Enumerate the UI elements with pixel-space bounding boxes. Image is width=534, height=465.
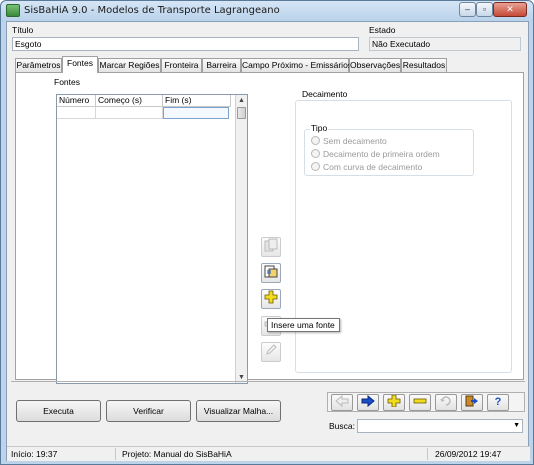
arrow-right-icon xyxy=(361,394,375,408)
tab-resultados[interactable]: Resultados xyxy=(401,58,447,72)
status-datetime: 26/09/2012 19:47 xyxy=(435,449,502,459)
navigation-toolbar: ? xyxy=(327,392,525,412)
window-title: SisBaHiA 9.0 - Modelos de Transporte Lag… xyxy=(24,5,280,16)
scroll-up-icon[interactable]: ▲ xyxy=(236,95,247,106)
tab-parametros[interactable]: Parâmetros xyxy=(15,58,62,72)
minimize-button[interactable]: – xyxy=(459,2,476,17)
tab-panel: Fontes Número Começo (s) Fim (s) ▲ ▼ Dec… xyxy=(15,72,524,384)
app-icon xyxy=(6,4,20,17)
chevron-down-icon[interactable]: ▼ xyxy=(513,420,520,431)
grid-cell[interactable] xyxy=(96,107,163,119)
copy-source-button[interactable] xyxy=(261,237,281,257)
tab-observacoes[interactable]: Observações xyxy=(349,58,401,72)
paste-source-button[interactable] xyxy=(261,263,281,283)
status-separator xyxy=(427,448,428,460)
status-separator xyxy=(115,448,116,460)
column-header[interactable]: Fim (s) xyxy=(163,95,231,107)
maximize-button[interactable]: ▫ xyxy=(476,2,493,17)
fontes-group-label: Fontes xyxy=(54,77,80,87)
pencil-icon xyxy=(266,344,277,355)
grid-cell-selected[interactable] xyxy=(163,107,229,119)
add-button[interactable] xyxy=(383,394,405,411)
client-area: Título Esgoto Estado Não Executado Parâm… xyxy=(6,21,530,461)
arrow-left-icon xyxy=(335,394,349,408)
tab-barreira[interactable]: Barreira xyxy=(202,58,241,72)
plus-icon xyxy=(264,290,278,304)
grid-cell[interactable] xyxy=(57,107,96,119)
titulo-label: Título xyxy=(12,25,34,35)
column-header[interactable]: Começo (s) xyxy=(96,95,163,107)
help-button[interactable]: ? xyxy=(487,394,509,411)
grid-vertical-scrollbar[interactable]: ▲ ▼ xyxy=(235,95,247,383)
tooltip: Insere uma fonte xyxy=(267,318,340,332)
exit-door-icon xyxy=(465,395,478,407)
plus-icon xyxy=(387,394,401,408)
close-button[interactable]: ✕ xyxy=(493,2,527,17)
title-bar[interactable]: SisBaHiA 9.0 - Modelos de Transporte Lag… xyxy=(1,1,533,21)
estado-label: Estado xyxy=(369,25,396,35)
undo-icon xyxy=(440,396,451,406)
column-header[interactable]: Número xyxy=(57,95,96,107)
divider xyxy=(11,381,525,382)
decaimento-group-label: Decaimento xyxy=(301,89,349,99)
status-projeto: Projeto: Manual do SisBaHiA xyxy=(122,449,232,459)
previous-button[interactable] xyxy=(331,394,353,411)
radio-primeira-ordem[interactable] xyxy=(311,149,320,158)
help-icon: ? xyxy=(494,396,502,408)
tipo-label: Tipo xyxy=(310,123,329,133)
radio-label: Sem decaimento xyxy=(323,136,387,146)
next-button[interactable] xyxy=(357,394,379,411)
copy-icon xyxy=(264,238,278,252)
status-inicio: Início: 19:37 xyxy=(11,449,58,459)
verificar-button[interactable]: Verificar xyxy=(106,400,191,422)
remove-button[interactable] xyxy=(409,394,431,411)
undo-button[interactable] xyxy=(435,394,457,411)
add-source-button[interactable] xyxy=(261,289,281,309)
visualizar-malha-button[interactable]: Visualizar Malha... xyxy=(196,400,281,422)
tab-fronteira[interactable]: Fronteira xyxy=(161,58,202,72)
tab-campo-proximo[interactable]: Campo Próximo - Emissários xyxy=(241,58,352,72)
tab-marcar-regioes[interactable]: Marcar Regiões xyxy=(98,58,161,72)
radio-label: Decaimento de primeira ordem xyxy=(323,149,440,159)
radio-label: Com curva de decaimento xyxy=(323,162,423,172)
titulo-input[interactable]: Esgoto xyxy=(12,37,359,51)
scroll-thumb[interactable] xyxy=(237,107,246,119)
executa-button[interactable]: Executa xyxy=(16,400,101,422)
paste-icon xyxy=(264,265,278,278)
radio-sem-decaimento[interactable] xyxy=(311,136,320,145)
busca-combobox[interactable]: ▼ xyxy=(357,419,523,433)
estado-field: Não Executado xyxy=(369,37,521,51)
exit-button[interactable] xyxy=(461,394,483,411)
tab-fontes[interactable]: Fontes xyxy=(62,56,98,73)
edit-source-button[interactable] xyxy=(261,342,281,362)
busca-label: Busca: xyxy=(329,421,355,431)
main-window: SisBaHiA 9.0 - Modelos de Transporte Lag… xyxy=(0,0,534,465)
fontes-grid[interactable]: Número Começo (s) Fim (s) ▲ ▼ xyxy=(56,94,248,384)
minus-icon xyxy=(413,398,427,404)
status-bar: Início: 19:37 Projeto: Manual do SisBaHi… xyxy=(7,446,530,461)
radio-curva-decaimento[interactable] xyxy=(311,162,320,171)
